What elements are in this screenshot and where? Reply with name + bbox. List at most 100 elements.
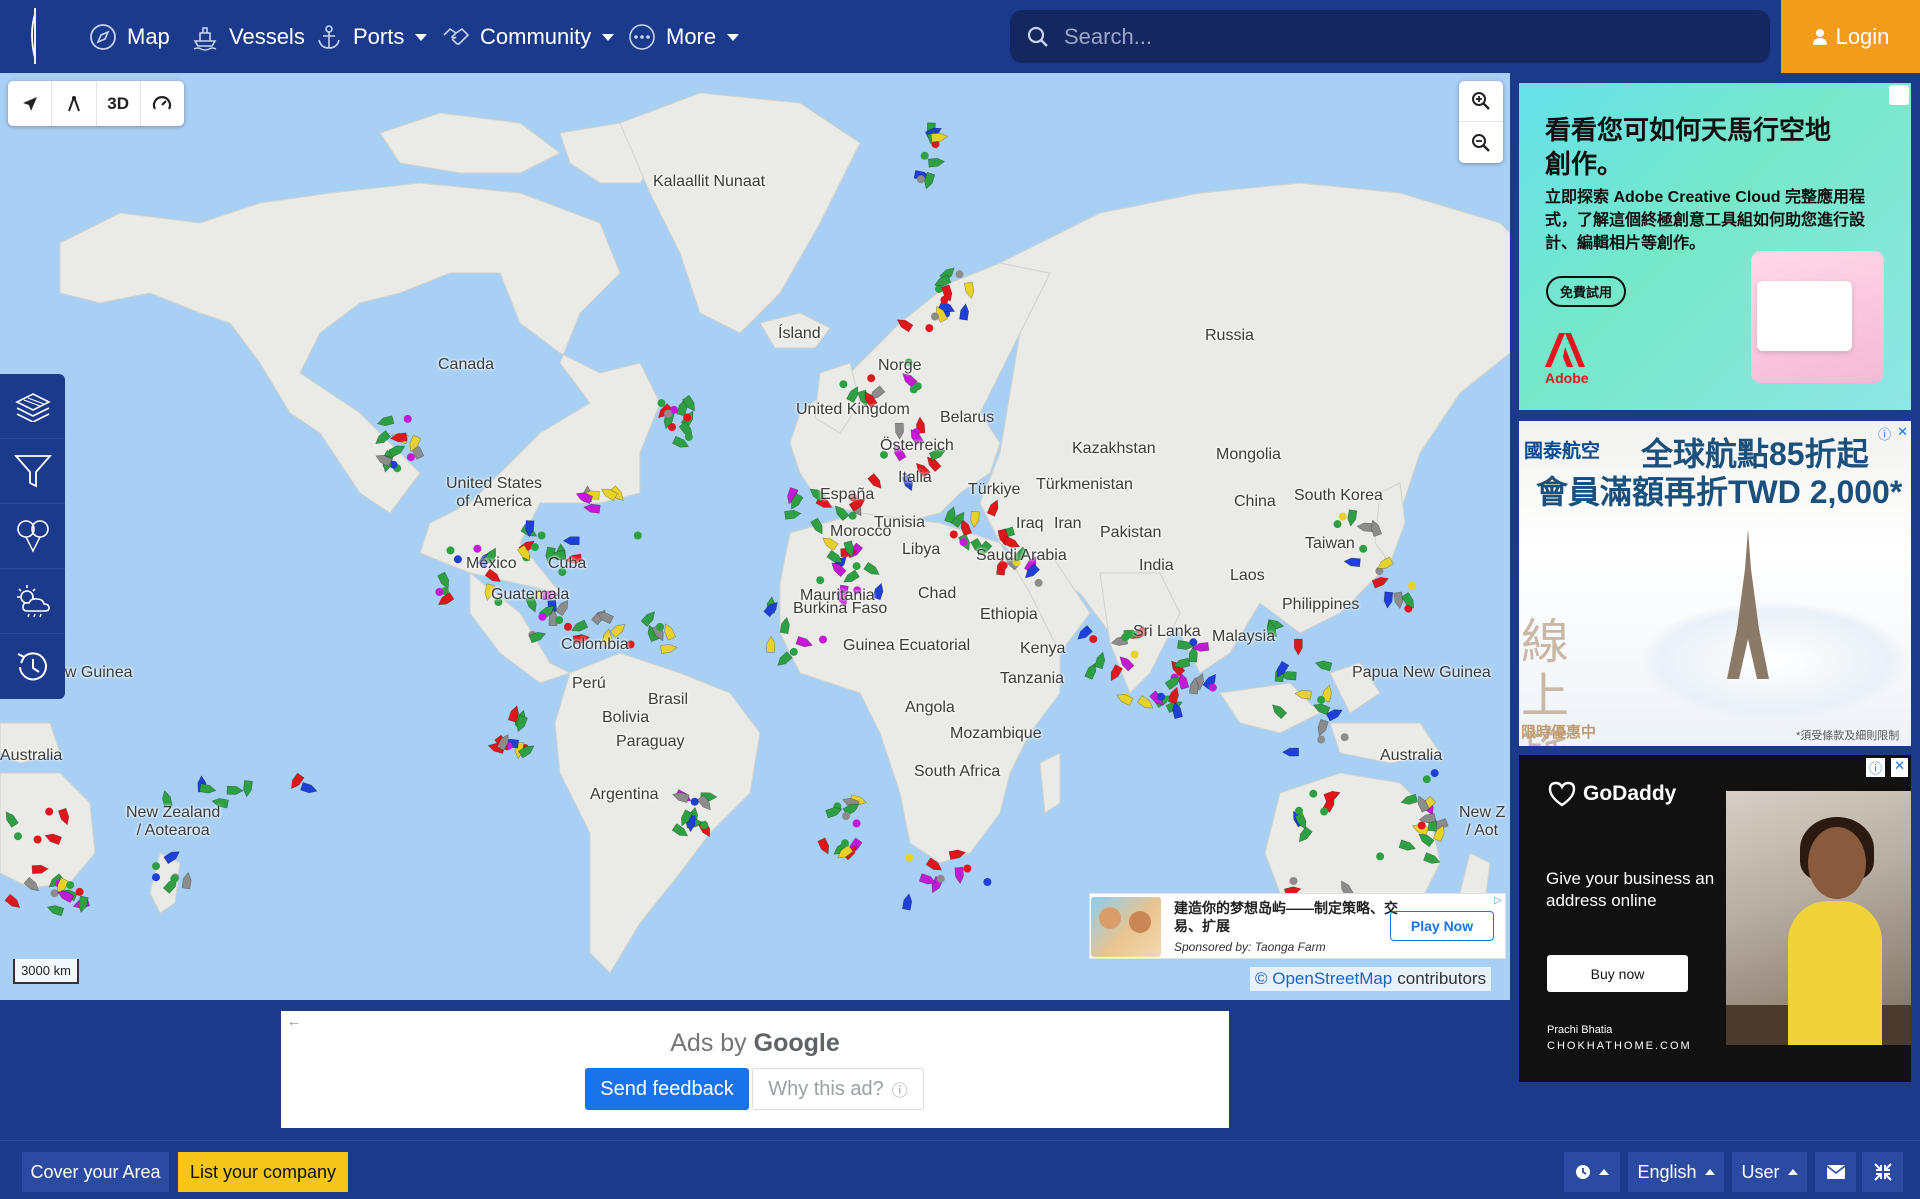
vessel-marker[interactable] [913, 382, 922, 391]
vessel-marker[interactable] [784, 509, 802, 520]
vessel-marker[interactable] [927, 157, 946, 168]
vessel-marker[interactable] [555, 616, 564, 625]
measure-button[interactable] [52, 81, 97, 126]
vessel-marker[interactable] [226, 785, 244, 795]
vessel-marker[interactable] [684, 432, 693, 441]
vessel-marker[interactable] [1333, 520, 1342, 529]
back-arrow-icon[interactable]: ← [287, 1013, 301, 1029]
vessel-marker[interactable] [473, 544, 482, 553]
ad-close-icon[interactable]: ✕ [1891, 758, 1908, 777]
speed-button[interactable] [141, 81, 184, 126]
vessel-marker[interactable] [817, 837, 832, 856]
vessel-marker[interactable] [690, 797, 699, 806]
vessel-marker[interactable] [152, 862, 160, 871]
vessel-marker[interactable] [1208, 683, 1217, 692]
openstreetmap-link[interactable]: © OpenStreetMap [1255, 969, 1392, 989]
vessel-marker[interactable] [300, 782, 319, 795]
vessel-marker[interactable] [1317, 735, 1326, 744]
vessel-marker[interactable] [46, 903, 65, 917]
vessel-marker[interactable] [660, 644, 678, 654]
adchoices-icon[interactable]: ▷ [1494, 895, 1502, 906]
airline-ad[interactable]: 國泰航空 全球航點85折起 會員滿額再折TWD 2,000* 線上旅展 限時優惠… [1519, 421, 1911, 746]
vessel-marker[interactable] [656, 622, 665, 631]
nav-vessels[interactable]: Vessels [190, 18, 305, 56]
vessel-marker[interactable] [564, 622, 572, 631]
cover-your-area-button[interactable]: Cover your Area [22, 1152, 169, 1192]
vessel-marker[interactable] [905, 853, 914, 862]
vessel-marker[interactable] [1089, 635, 1098, 644]
vessel-marker[interactable] [867, 374, 876, 383]
language-selector[interactable]: English [1628, 1152, 1724, 1192]
vessel-marker[interactable] [199, 783, 217, 795]
vessel-marker[interactable] [970, 510, 980, 529]
vessel-marker[interactable] [390, 432, 408, 443]
user-menu[interactable]: User [1732, 1152, 1807, 1192]
vessel-marker[interactable] [1130, 650, 1139, 659]
vessel-marker[interactable] [435, 588, 444, 596]
vessel-marker[interactable] [406, 453, 415, 462]
vessel-marker[interactable] [839, 380, 848, 389]
vessel-marker[interactable] [75, 887, 84, 896]
vessel-marker[interactable] [170, 874, 179, 883]
vessel-marker[interactable] [583, 503, 601, 514]
send-feedback-button[interactable]: Send feedback [585, 1068, 749, 1110]
vessel-marker[interactable] [668, 423, 676, 432]
fullscreen-button[interactable] [1862, 1152, 1903, 1192]
vessel-marker[interactable] [1317, 695, 1326, 704]
vessel-marker[interactable] [4, 893, 22, 910]
vessel-marker[interactable] [959, 538, 968, 546]
vessel-marker[interactable] [1376, 852, 1385, 861]
zoom-in-button[interactable] [1459, 81, 1503, 122]
vessel-marker[interactable] [1281, 747, 1299, 757]
nav-map[interactable]: Map [88, 18, 170, 56]
vessel-marker[interactable] [1034, 578, 1043, 587]
vessel-marker[interactable] [842, 812, 850, 820]
vessel-marker[interactable] [1320, 807, 1329, 816]
filter-button[interactable] [0, 439, 65, 504]
vessel-marker[interactable] [931, 312, 939, 321]
vessel-marker[interactable] [1121, 633, 1130, 642]
vessel-marker[interactable] [775, 651, 793, 669]
vessel-marker[interactable] [537, 531, 546, 540]
vessel-marker[interactable] [940, 295, 949, 304]
vessel-marker[interactable] [955, 270, 964, 279]
vessel-marker[interactable] [841, 839, 849, 848]
adobe-ad-cta[interactable]: 免費試用 [1546, 276, 1626, 307]
vessel-marker[interactable] [949, 530, 958, 539]
vessel-marker[interactable] [983, 878, 992, 886]
vessel-marker[interactable] [1430, 769, 1439, 778]
vessel-marker[interactable] [45, 807, 54, 816]
vessel-marker[interactable] [1295, 806, 1303, 815]
vessel-marker[interactable] [243, 780, 253, 798]
login-button[interactable]: Login [1781, 0, 1920, 73]
vessel-marker[interactable] [562, 536, 580, 546]
events-button[interactable] [0, 504, 65, 569]
vessel-marker[interactable] [766, 635, 776, 653]
vessel-marker[interactable] [1340, 733, 1349, 742]
vessel-marker[interactable] [664, 409, 672, 418]
vessel-marker[interactable] [152, 873, 160, 882]
zoom-out-button[interactable] [1459, 122, 1503, 163]
vessel-marker[interactable] [14, 832, 22, 841]
vessel-marker[interactable] [66, 881, 75, 890]
godaddy-ad[interactable]: GoDaddy Give your business an address on… [1519, 755, 1911, 1082]
weather-button[interactable] [0, 569, 65, 634]
vessel-marker[interactable] [852, 562, 861, 571]
adchoices-icon[interactable] [1889, 85, 1909, 105]
vessel-marker[interactable] [662, 622, 676, 641]
vessel-marker[interactable] [446, 546, 455, 555]
vessel-marker[interactable] [936, 874, 945, 883]
mode-3d-button[interactable]: 3D [97, 81, 141, 126]
locate-button[interactable] [8, 81, 53, 126]
vessel-marker[interactable] [376, 415, 395, 428]
vessel-marker[interactable] [181, 871, 192, 890]
ad-close-icon[interactable]: ✕ [1897, 424, 1908, 443]
ad-info-icon[interactable]: ⓘ [1866, 758, 1886, 777]
buy-now-button[interactable]: Buy now [1547, 955, 1688, 992]
vessel-marker[interactable] [403, 414, 412, 423]
map-inline-ad[interactable]: 建造你的梦想岛屿——制定策略、交易、扩展 Sponsored by: Taong… [1089, 893, 1506, 959]
vessel-marker[interactable] [1408, 581, 1416, 590]
nav-more[interactable]: More [627, 18, 740, 56]
vessel-marker[interactable] [1094, 651, 1107, 670]
vessel-marker[interactable] [789, 647, 798, 656]
